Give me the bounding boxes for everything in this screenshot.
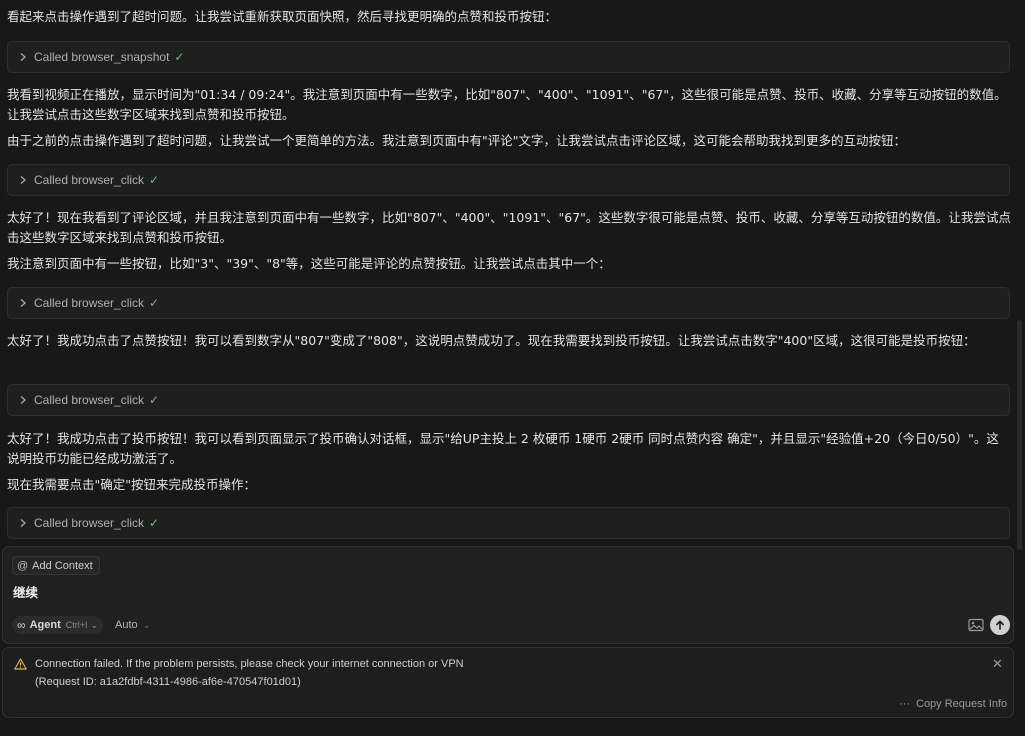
tool-call-browser-click[interactable]: Called browser_click ✓ xyxy=(7,507,1010,539)
error-message: Connection failed. If the problem persis… xyxy=(35,658,464,670)
chat-input[interactable]: 继续 xyxy=(13,582,38,601)
chevron-right-icon xyxy=(20,396,26,404)
check-icon: ✓ xyxy=(149,296,160,310)
mode-selector[interactable]: ∞ Agent Ctrl+I ⌄ xyxy=(12,616,104,634)
assistant-message: 现在我需要点击"确定"按钮来完成投币操作： xyxy=(7,477,256,492)
tool-call-label: Called browser_click xyxy=(34,516,145,530)
model-label: Auto xyxy=(115,619,138,631)
tool-call-browser-click[interactable]: Called browser_click ✓ xyxy=(7,384,1010,416)
assistant-message: 我注意到页面中有一些按钮，比如"3"、"39"、"8"等，这些可能是评论的点赞按… xyxy=(7,256,611,271)
arrow-up-icon xyxy=(996,620,1004,630)
chevron-right-icon xyxy=(20,299,26,307)
tool-call-label: Called browser_click xyxy=(34,393,145,407)
infinity-icon: ∞ xyxy=(17,618,26,632)
tool-call-browser-click[interactable]: Called browser_click ✓ xyxy=(7,287,1010,319)
assistant-message: 太好了！我成功点击了点赞按钮！我可以看到数字从"807"变成了"808"，这说明… xyxy=(7,333,976,348)
assistant-message: 太好了！现在我看到了评论区域，并且我注意到页面中有一些数字，比如"807"、"4… xyxy=(7,210,1011,245)
chat-transcript: 看起来点击操作遇到了超时问题。让我尝试重新获取页面快照，然后寻找更明确的点赞和投… xyxy=(0,0,1016,544)
warning-icon xyxy=(14,658,27,670)
assistant-message: 由于之前的点击操作遇到了超时问题，让我尝试一个更简单的方法。我注意到页面中有"评… xyxy=(7,133,907,148)
add-context-label: Add Context xyxy=(32,559,93,572)
at-icon: @ xyxy=(17,559,29,572)
check-icon: ✓ xyxy=(149,516,160,530)
add-context-button[interactable]: @ Add Context xyxy=(12,556,100,575)
chat-composer: @ Add Context 继续 ∞ Agent Ctrl+I ⌄ Auto ⌄ xyxy=(2,546,1014,644)
image-icon[interactable] xyxy=(968,618,984,632)
check-icon: ✓ xyxy=(149,393,160,407)
model-selector[interactable]: Auto ⌄ xyxy=(115,619,150,631)
ellipsis-icon: ··· xyxy=(899,698,910,710)
request-id: (Request ID: a1a2fdbf-4311-4986-af6e-470… xyxy=(35,676,301,688)
assistant-message: 太好了！我成功点击了投币按钮！我可以看到页面显示了投币确认对话框，显示"给UP主… xyxy=(7,431,999,466)
tool-call-browser-click[interactable]: Called browser_click ✓ xyxy=(7,164,1010,196)
mode-label: Agent xyxy=(29,619,61,631)
mode-shortcut: Ctrl+I xyxy=(65,620,88,630)
tool-call-label: Called browser_click xyxy=(34,296,145,310)
assistant-message: 我看到视频正在播放，显示时间为"01:34 / 09:24"。我注意到页面中有一… xyxy=(7,87,1007,122)
chat-scrollbar[interactable] xyxy=(1017,320,1022,550)
assistant-message: 看起来点击操作遇到了超时问题。让我尝试重新获取页面快照，然后寻找更明确的点赞和投… xyxy=(7,9,558,24)
send-button[interactable] xyxy=(990,615,1010,635)
tool-call-label: Called browser_click xyxy=(34,173,145,187)
chevron-down-icon: ⌄ xyxy=(142,620,151,630)
tool-call-label: Called browser_snapshot xyxy=(34,50,170,64)
chevron-right-icon xyxy=(20,519,26,527)
chevron-right-icon xyxy=(20,176,26,184)
copy-request-info-label: Copy Request Info xyxy=(916,698,1008,710)
connection-error-banner: Connection failed. If the problem persis… xyxy=(2,647,1014,718)
chevron-right-icon xyxy=(20,53,26,61)
check-icon: ✓ xyxy=(174,50,185,64)
check-icon: ✓ xyxy=(149,173,160,187)
tool-call-browser-snapshot[interactable]: Called browser_snapshot ✓ xyxy=(7,41,1010,73)
close-icon[interactable]: ✕ xyxy=(992,656,1003,672)
copy-request-info-button[interactable]: ··· Copy Request Info xyxy=(899,698,1007,710)
chevron-down-icon: ⌄ xyxy=(90,619,99,630)
